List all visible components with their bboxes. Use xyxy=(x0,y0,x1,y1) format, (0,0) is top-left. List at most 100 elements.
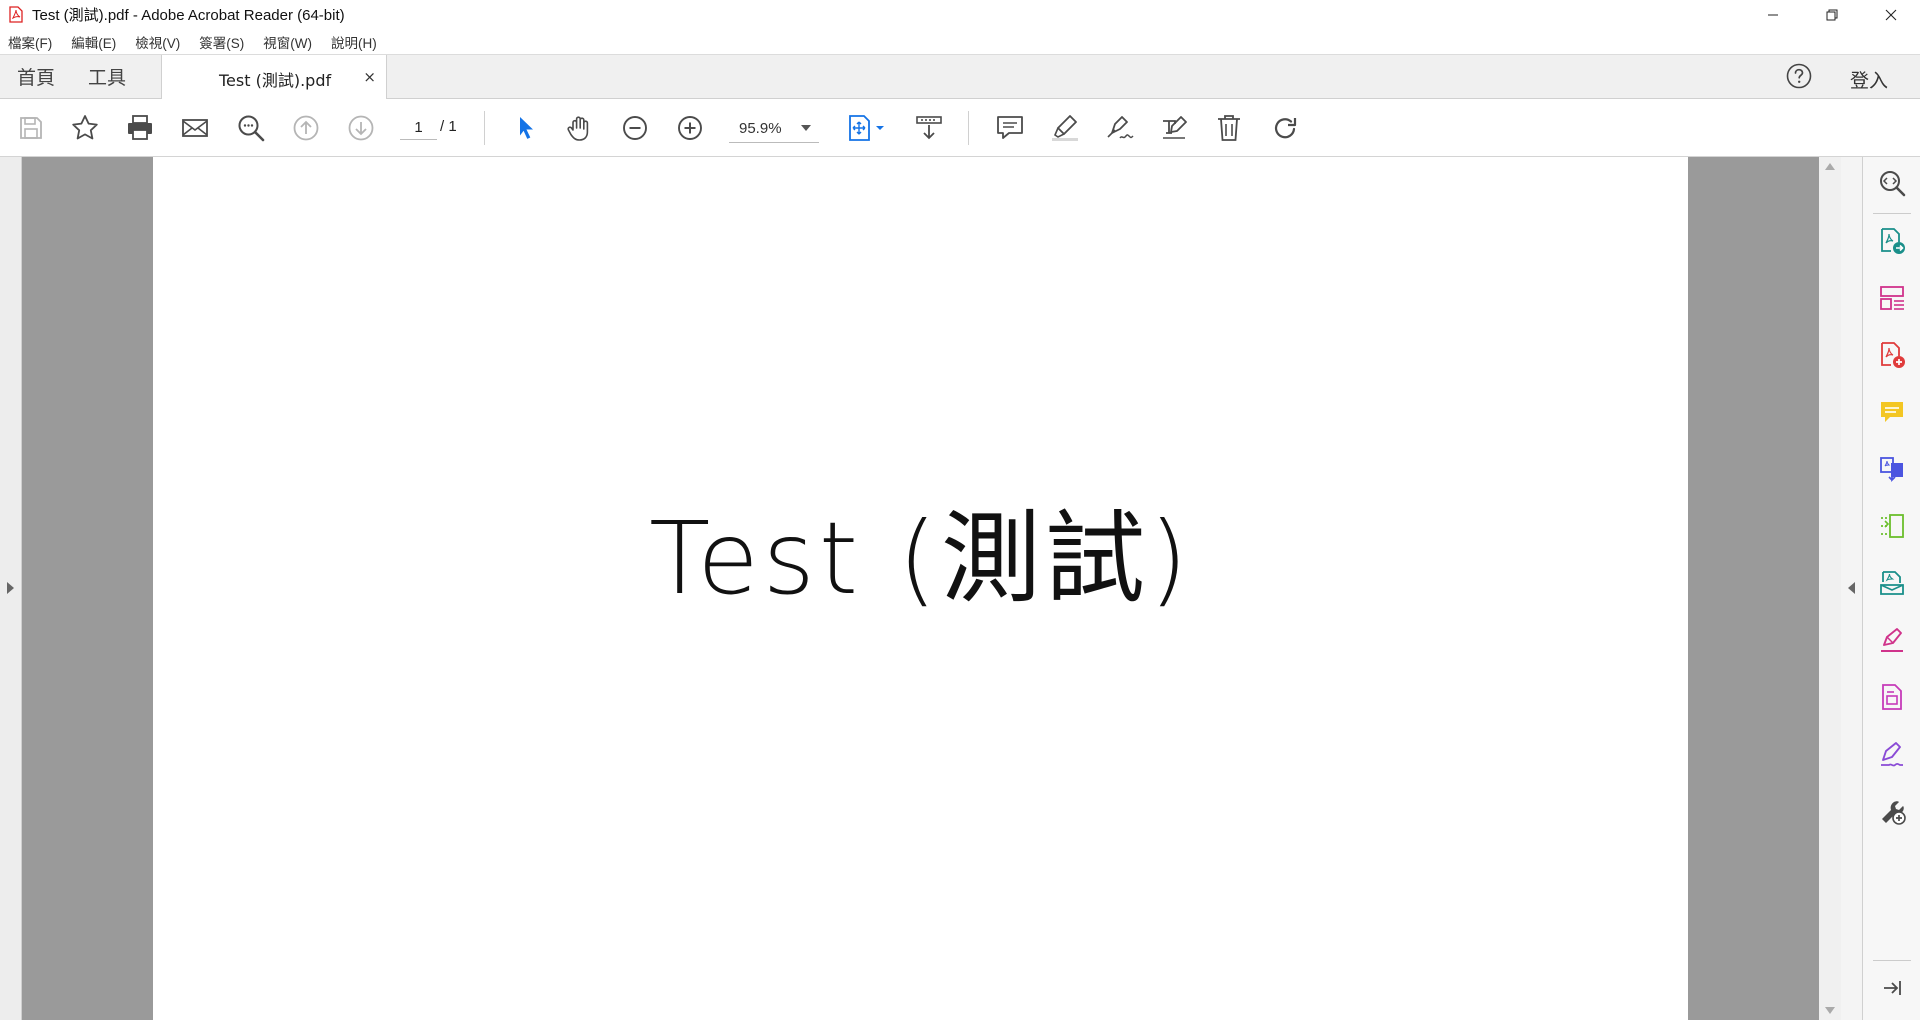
menu-window[interactable]: 視窗(W) xyxy=(263,32,312,52)
find-text-button[interactable] xyxy=(234,111,268,145)
menu-sign[interactable]: 簽署(S) xyxy=(199,32,244,52)
menu-help[interactable]: 說明(H) xyxy=(331,32,377,52)
hand-tool-button[interactable] xyxy=(563,111,597,145)
more-tools-button[interactable] xyxy=(1876,795,1908,827)
zoom-level-value: 95.9% xyxy=(739,120,782,137)
previous-page-button[interactable] xyxy=(289,111,323,145)
menu-view[interactable]: 檢視(V) xyxy=(135,32,180,52)
organize-pages-button[interactable] xyxy=(1876,282,1908,314)
add-comment-button[interactable] xyxy=(993,111,1027,145)
create-pdf-button[interactable] xyxy=(1876,339,1908,371)
menu-file[interactable]: 檔案(F) xyxy=(8,32,52,52)
page-total: / 1 xyxy=(440,118,457,135)
export-pdf-icon xyxy=(1881,228,1905,254)
highlight-button[interactable] xyxy=(1048,111,1082,145)
window-controls xyxy=(1743,0,1920,29)
send-for-review-button[interactable] xyxy=(1876,567,1908,599)
comment-tool-button[interactable] xyxy=(1876,396,1908,428)
menu-edit[interactable]: 編輯(E) xyxy=(71,32,116,52)
fill-sign-button[interactable] xyxy=(1876,624,1908,656)
request-signature-button[interactable] xyxy=(1876,738,1908,770)
page-number-input[interactable] xyxy=(400,116,437,140)
arrow-down-circle-icon xyxy=(348,115,374,141)
vertical-scrollbar[interactable] xyxy=(1819,157,1841,1020)
request-signature-icon xyxy=(1881,742,1903,767)
pane-divider xyxy=(1873,213,1911,214)
restore-button[interactable] xyxy=(1802,0,1861,29)
close-icon xyxy=(1885,9,1896,20)
more-tools-icon xyxy=(1882,801,1906,825)
collapse-arrow-icon xyxy=(1884,981,1901,995)
pane-divider xyxy=(1873,960,1911,961)
export-pdf-button[interactable] xyxy=(1876,225,1908,257)
hand-icon xyxy=(567,116,589,141)
search-tool-button[interactable] xyxy=(1876,167,1908,199)
rotate-button[interactable] xyxy=(1268,111,1302,145)
edit-pdf-icon xyxy=(1882,684,1902,710)
tools-pane-toggle[interactable] xyxy=(1841,157,1863,1020)
pen-draw-icon xyxy=(1107,116,1134,139)
organize-pages-icon xyxy=(1880,286,1904,310)
email-icon xyxy=(182,119,208,137)
right-tools-pane xyxy=(1863,157,1920,1020)
menu-bar: 檔案(F) 編輯(E) 檢視(V) 簽署(S) 視窗(W) 說明(H) xyxy=(0,29,1920,54)
sign-in-button[interactable]: 登入 xyxy=(1850,66,1888,93)
scroll-up-icon[interactable] xyxy=(1825,163,1835,170)
zoom-in-icon xyxy=(678,116,702,140)
save-button[interactable] xyxy=(14,111,48,145)
convert-pdf-button[interactable] xyxy=(1876,453,1908,485)
page-content-text: Test (測試) xyxy=(649,500,1192,617)
trash-icon xyxy=(1218,115,1240,141)
select-tool-button[interactable] xyxy=(509,111,543,145)
comment-icon xyxy=(1881,402,1903,422)
fit-page-icon xyxy=(849,115,884,141)
scroll-mode-icon xyxy=(916,116,942,140)
help-button[interactable] xyxy=(1786,63,1812,89)
compress-pdf-icon xyxy=(1881,514,1904,538)
minimize-button[interactable] xyxy=(1743,0,1802,29)
scrolling-mode-button[interactable] xyxy=(912,111,946,145)
title-bar: Test (測試).pdf - Adobe Acrobat Reader (64… xyxy=(0,0,1920,29)
edit-pdf-button[interactable] xyxy=(1876,681,1908,713)
email-button[interactable] xyxy=(178,111,212,145)
acrobat-app-icon xyxy=(5,4,27,26)
search-icon xyxy=(238,115,265,142)
fill-text-button[interactable] xyxy=(1158,111,1192,145)
convert-pdf-icon xyxy=(1880,457,1903,483)
close-tab-button[interactable]: × xyxy=(363,68,376,86)
minimize-icon xyxy=(1767,14,1778,15)
send-for-review-icon xyxy=(1880,571,1904,595)
page-display-button[interactable] xyxy=(843,111,889,145)
draw-button[interactable] xyxy=(1103,111,1137,145)
rotate-clockwise-icon xyxy=(1274,118,1297,139)
bookmark-button[interactable] xyxy=(68,111,102,145)
print-icon xyxy=(128,115,152,140)
search-zoom-icon xyxy=(1880,171,1906,197)
tab-document[interactable]: Test (測試).pdf × xyxy=(161,55,387,100)
navigation-pane-toggle[interactable] xyxy=(0,157,22,1020)
compress-pdf-button[interactable] xyxy=(1876,510,1908,542)
star-icon xyxy=(72,115,98,140)
collapse-tools-pane-button[interactable] xyxy=(1876,972,1908,1004)
cursor-arrow-icon xyxy=(520,117,533,139)
zoom-out-button[interactable] xyxy=(618,111,652,145)
zoom-level-dropdown[interactable]: 95.9% xyxy=(729,113,819,143)
tab-bar: 首頁 工具 Test (測試).pdf × 登入 xyxy=(0,54,1920,100)
zoom-out-icon xyxy=(623,116,647,140)
text-edit-icon xyxy=(1163,116,1187,139)
create-pdf-icon xyxy=(1881,342,1905,368)
chevron-right-icon xyxy=(7,582,14,594)
next-page-button[interactable] xyxy=(344,111,378,145)
fill-sign-icon xyxy=(1881,628,1903,652)
tab-tools[interactable]: 工具 xyxy=(88,63,126,90)
delete-button[interactable] xyxy=(1212,111,1246,145)
pdf-page[interactable]: Test (測試) xyxy=(153,157,1688,1020)
print-button[interactable] xyxy=(123,111,157,145)
tab-home[interactable]: 首頁 xyxy=(17,63,55,90)
window-title: Test (測試).pdf - Adobe Acrobat Reader (64… xyxy=(32,7,345,24)
zoom-in-button[interactable] xyxy=(673,111,707,145)
toolbar-separator xyxy=(968,111,969,145)
main-toolbar: / 1 95.9% xyxy=(0,99,1920,157)
close-window-button[interactable] xyxy=(1861,0,1920,29)
scroll-down-icon[interactable] xyxy=(1825,1007,1835,1014)
